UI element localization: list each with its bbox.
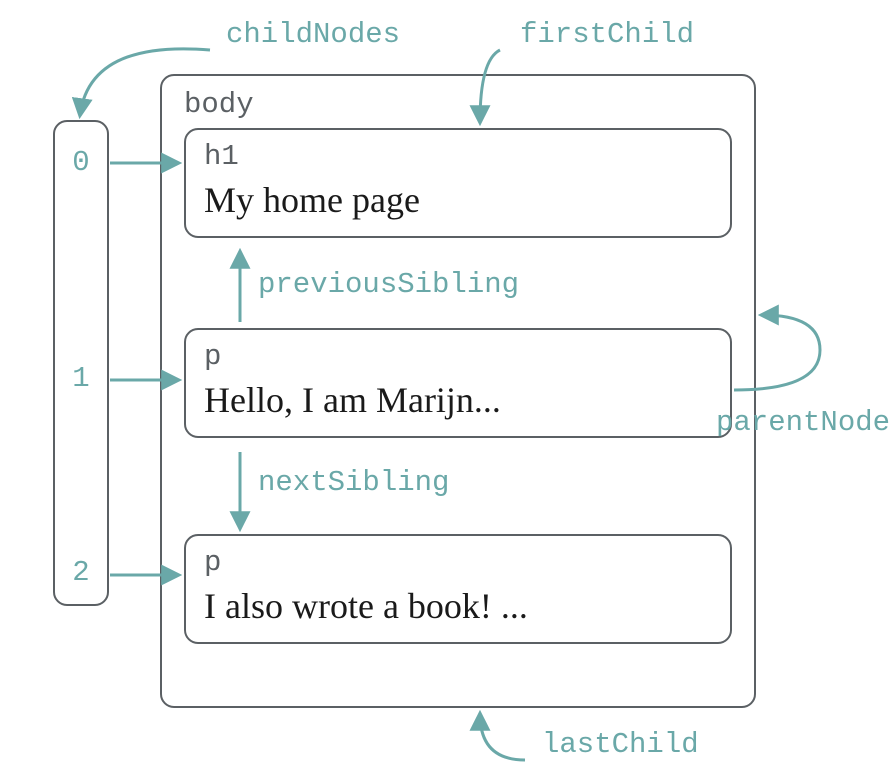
label-previoussibling: previousSibling <box>258 268 519 301</box>
node-h1-text: My home page <box>204 179 712 222</box>
dom-links-diagram: childNodes firstChild body 0 1 2 h1 My h… <box>0 0 894 778</box>
label-childnodes: childNodes <box>226 18 400 51</box>
node-p1-box: p Hello, I am Marijn... <box>184 328 732 438</box>
node-h1-box: h1 My home page <box>184 128 732 238</box>
array-index-2: 2 <box>68 556 94 589</box>
arrow-lastchild <box>480 714 525 760</box>
label-firstchild: firstChild <box>520 18 694 51</box>
node-p2-box: p I also wrote a book! ... <box>184 534 732 644</box>
label-nextsibling: nextSibling <box>258 466 449 499</box>
node-p2-text: I also wrote a book! ... <box>204 585 712 628</box>
label-lastchild: lastChild <box>542 728 699 761</box>
node-p1-text: Hello, I am Marijn... <box>204 379 712 422</box>
array-index-0: 0 <box>68 146 94 179</box>
node-p1-tag: p <box>204 340 712 373</box>
node-p2-tag: p <box>204 546 712 579</box>
node-h1-tag: h1 <box>204 140 712 173</box>
array-index-1: 1 <box>68 362 94 395</box>
body-tag-label: body <box>184 88 254 121</box>
label-parentnode: parentNode <box>716 406 890 439</box>
